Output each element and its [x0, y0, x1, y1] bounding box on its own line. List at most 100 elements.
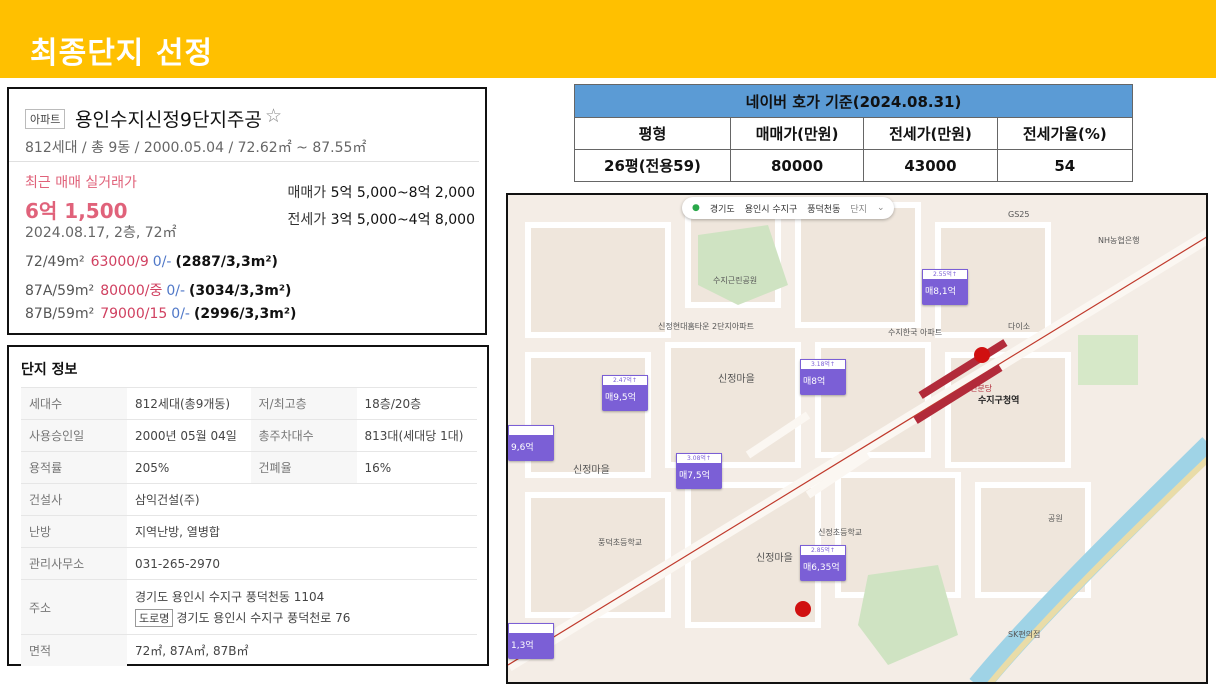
table-cell: 80000 [729, 149, 865, 182]
complex-info-table: 세대수 812세대(총9개동) 저/최고층 18층/20층 사용승인일 2000… [21, 387, 477, 666]
address-value: 경기도 용인시 수지구 풍덕천동 1104 도로명 경기도 용인시 수지구 풍덕천… [127, 579, 477, 635]
price-marker-price: 9,6억 [511, 443, 534, 453]
info-key: 용적률 [21, 451, 127, 484]
info-value: 813대(세대당 1대) [356, 419, 477, 452]
breadcrumb-item[interactable]: 경기도 [710, 202, 735, 215]
breadcrumb-item[interactable]: 단지 [850, 202, 867, 215]
column-header: 전세가(만원) [863, 117, 998, 150]
unit-type: 87B/59m² [25, 306, 95, 322]
unit-type: 72/49m² [25, 254, 85, 270]
price-marker[interactable]: 2.55억↑ 매8,1억 [922, 269, 968, 305]
recent-sale-price: 6억 1,500 [25, 199, 128, 223]
price-table-caption-row: 네이버 호가 기준(2024.08.31) [574, 84, 1133, 118]
unit-jeonse: 0/- [152, 254, 172, 270]
poi-label: 수지한국 아파트 [888, 327, 942, 337]
poi-label: GS25 [1008, 210, 1029, 219]
map-canvas[interactable]: 신정마을 신정마을 신정마을 수지구청역 신분당 수지근린공원 신정현대홈타운 … [508, 195, 1208, 684]
map-view[interactable]: 신정마을 신정마을 신정마을 수지구청역 신분당 수지근린공원 신정현대홈타운 … [506, 193, 1208, 684]
info-key: 관리사무소 [21, 547, 127, 580]
location-breadcrumb[interactable]: ● 경기도 용인시 수지구 풍덕천동 단지 ⌄ [682, 197, 895, 219]
price-marker-sub: 2.55억↑ [922, 269, 968, 280]
info-value: 205% [127, 451, 251, 484]
unit-jeonse: 0/- [171, 306, 190, 322]
divider [9, 161, 479, 162]
table-row: 용적률 205% 건폐율 16% [21, 451, 477, 484]
price-table-caption: 네이버 호가 기준(2024.08.31) [574, 84, 1133, 118]
poi-label: 신정현대홈타운 2단지아파트 [658, 321, 754, 331]
poi-label: 수지근린공원 [713, 275, 757, 285]
info-value: 031-265-2970 [127, 547, 477, 580]
price-marker[interactable]: 3.08억↑ 매7,5억 [676, 453, 722, 489]
chevron-down-icon[interactable]: ⌄ [877, 203, 885, 213]
price-marker-sub: 2.85억↑ [800, 545, 846, 556]
unit-jeonse: 0/- [166, 283, 186, 299]
apartment-name[interactable]: 용인수지신정9단지주공 [75, 105, 262, 132]
listing-summary: 812세대 / 총 9동 / 2000.05.04 / 72.62㎡ ~ 87.… [25, 140, 367, 156]
target-dot [974, 347, 990, 363]
poi-label: SK편의점 [1008, 629, 1040, 639]
info-key: 건폐율 [250, 451, 357, 484]
park-area [1078, 335, 1138, 385]
table-row: 면적 72㎡, 87A㎡, 87B㎡ [21, 634, 477, 666]
price-marker-price: 매8억 [803, 377, 826, 387]
unit-row[interactable]: 87A/59m² 80000/중 0/- (3034/3,3m²) [25, 280, 291, 300]
unit-row[interactable]: 72/49m² 63000/9 0/- (2887/3,3m²) [25, 254, 278, 270]
price-marker-price: 1,3억 [511, 641, 534, 651]
slide-title: 최종단지 선정 [30, 36, 214, 71]
recent-sale-date: 2024.08.17, 2층, 72㎡ [25, 225, 177, 241]
price-marker[interactable]: 1,3억 [508, 623, 554, 659]
table-row: 세대수 812세대(총9개동) 저/최고층 18층/20층 [21, 387, 477, 420]
info-value: 삼익건설(주) [127, 483, 477, 516]
jeonse-range: 전세가 3억 5,000~4억 8,000 [288, 209, 475, 229]
table-cell: 26평(전용59) [574, 149, 731, 182]
station-label: 수지구청역 [978, 394, 1019, 406]
info-key: 면적 [21, 634, 127, 666]
table-cell: 43000 [863, 149, 998, 182]
price-table: 네이버 호가 기준(2024.08.31) 평형 매매가(만원) 전세가(만원)… [574, 84, 1134, 182]
unit-sale: 79000/15 [100, 306, 168, 322]
map-pin-icon: ● [692, 203, 700, 213]
price-marker-price: 매7,5억 [679, 471, 710, 481]
price-marker-price: 매9,5억 [605, 393, 636, 403]
info-key: 주소 [21, 579, 127, 635]
jeonse-range-label: 전세가 [287, 212, 327, 228]
favorite-star-icon[interactable]: ☆ [265, 105, 282, 127]
info-key: 난방 [21, 515, 127, 548]
price-marker[interactable]: 3.18억↑ 매8억 [800, 359, 846, 395]
complex-info-header: 단지 정보 [21, 362, 78, 378]
breadcrumb-item[interactable]: 용인시 수지구 [745, 202, 798, 215]
price-table-header-row: 평형 매매가(만원) 전세가(만원) 전세가율(%) [574, 117, 1134, 150]
unit-per-pyeong: (3034/3,3m²) [189, 283, 292, 299]
property-type-badge: 아파트 [25, 109, 66, 129]
station-tag: 신분당 [970, 383, 993, 393]
info-key: 건설사 [21, 483, 127, 516]
price-marker[interactable]: 2.85억↑ 매6,35억 [800, 545, 846, 581]
info-key: 세대수 [21, 387, 127, 420]
unit-per-pyeong: (2996/3,3m²) [193, 306, 297, 322]
table-row: 난방 지역난방, 열병합 [21, 515, 477, 548]
table-cell: 54 [996, 149, 1134, 182]
breadcrumb-item[interactable]: 풍덕천동 [807, 202, 840, 215]
poi-label: 풍덕초등학교 [598, 537, 642, 547]
price-marker-sub [508, 425, 554, 436]
price-marker-sub: 2.47억↑ [602, 375, 648, 386]
title-bar: 최종단지 선정 [0, 0, 1216, 78]
unit-row[interactable]: 87B/59m² 79000/15 0/- (2996/3,3m²) [25, 306, 296, 322]
price-marker-price: 매8,1억 [925, 287, 956, 297]
poi-label: NH농협은행 [1098, 235, 1139, 245]
info-key: 총주차대수 [250, 419, 357, 452]
listing-card: 아파트 용인수지신정9단지주공 ☆ 812세대 / 총 9동 / 2000.05… [7, 87, 487, 335]
info-value: 18층/20층 [356, 387, 477, 420]
price-marker-sub: 3.08억↑ [676, 453, 722, 464]
district-label: 신정마을 [718, 373, 755, 385]
district-label: 신정마을 [756, 552, 793, 564]
address-jibun: 경기도 용인시 수지구 풍덕천동 1104 [135, 589, 325, 604]
recent-sale-label: 최근 매매 실거래가 [25, 175, 137, 191]
road-address-badge: 도로명 [135, 608, 174, 627]
price-marker[interactable]: 9,6억 [508, 425, 554, 461]
info-value: 지역난방, 열병합 [127, 515, 477, 548]
column-header: 평형 [574, 117, 731, 150]
table-row: 건설사 삼익건설(주) [21, 483, 477, 516]
info-value: 812세대(총9개동) [127, 387, 251, 420]
price-marker[interactable]: 2.47억↑ 매9,5억 [602, 375, 648, 411]
